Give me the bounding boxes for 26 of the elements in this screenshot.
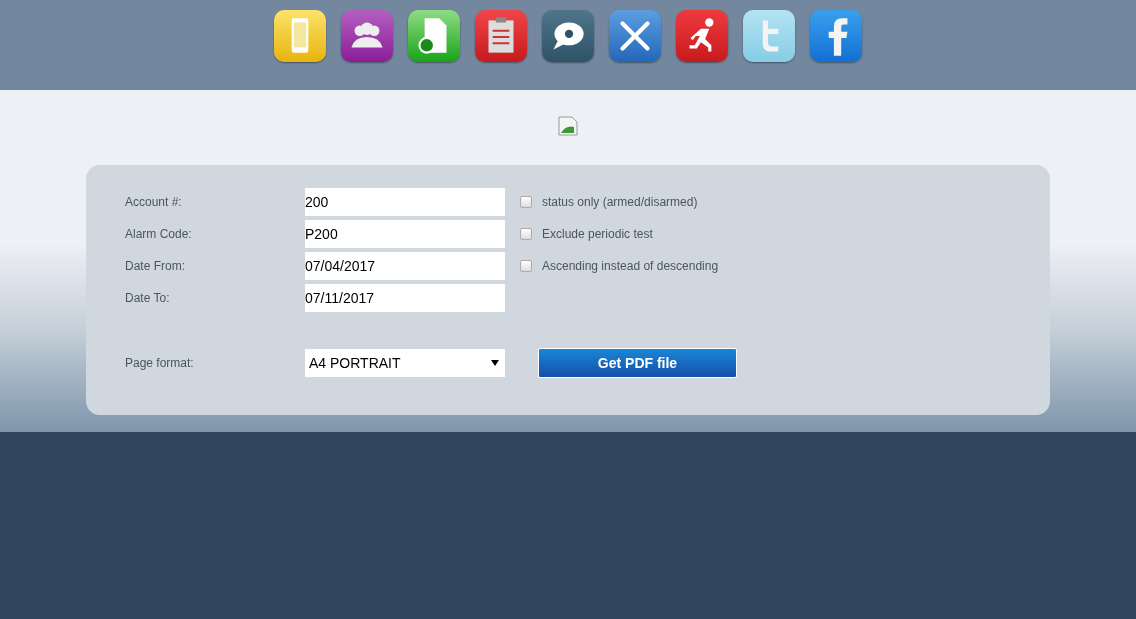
field-label: Date To: — [125, 290, 171, 307]
checkbox[interactable] — [520, 260, 532, 272]
checkbox-label: status only (armed/disarmed) — [542, 194, 698, 211]
checkbox-label: Ascending instead of descending — [542, 258, 719, 275]
field-label: Alarm Code: — [125, 226, 193, 243]
input-field[interactable]: 07/11/2017 — [305, 284, 505, 312]
people-icon[interactable] — [341, 10, 393, 62]
facebook-icon[interactable] — [810, 10, 862, 62]
input-field[interactable]: P200 — [305, 220, 505, 248]
field-label: Date From: — [125, 258, 186, 275]
input-field[interactable]: 200 — [305, 188, 505, 216]
caret-icon — [491, 360, 499, 366]
checkbox[interactable] — [520, 196, 532, 208]
field-label: Page format: — [125, 355, 195, 372]
broken-image-icon — [558, 116, 578, 136]
page-format-select[interactable]: A4 PORTRAIT — [305, 349, 505, 377]
clipboard-icon[interactable] — [475, 10, 527, 62]
twitter-icon[interactable] — [743, 10, 795, 62]
get-pdf-button[interactable]: Get PDF file — [538, 348, 737, 378]
checkbox-label: Exclude periodic test — [542, 226, 653, 243]
input-field[interactable]: 07/04/2017 — [305, 252, 505, 280]
field-label: Account #: — [125, 194, 183, 211]
phone-icon[interactable] — [274, 10, 326, 62]
running-man-icon[interactable] — [676, 10, 728, 62]
checkbox[interactable] — [520, 228, 532, 240]
document-icon[interactable] — [408, 10, 460, 62]
